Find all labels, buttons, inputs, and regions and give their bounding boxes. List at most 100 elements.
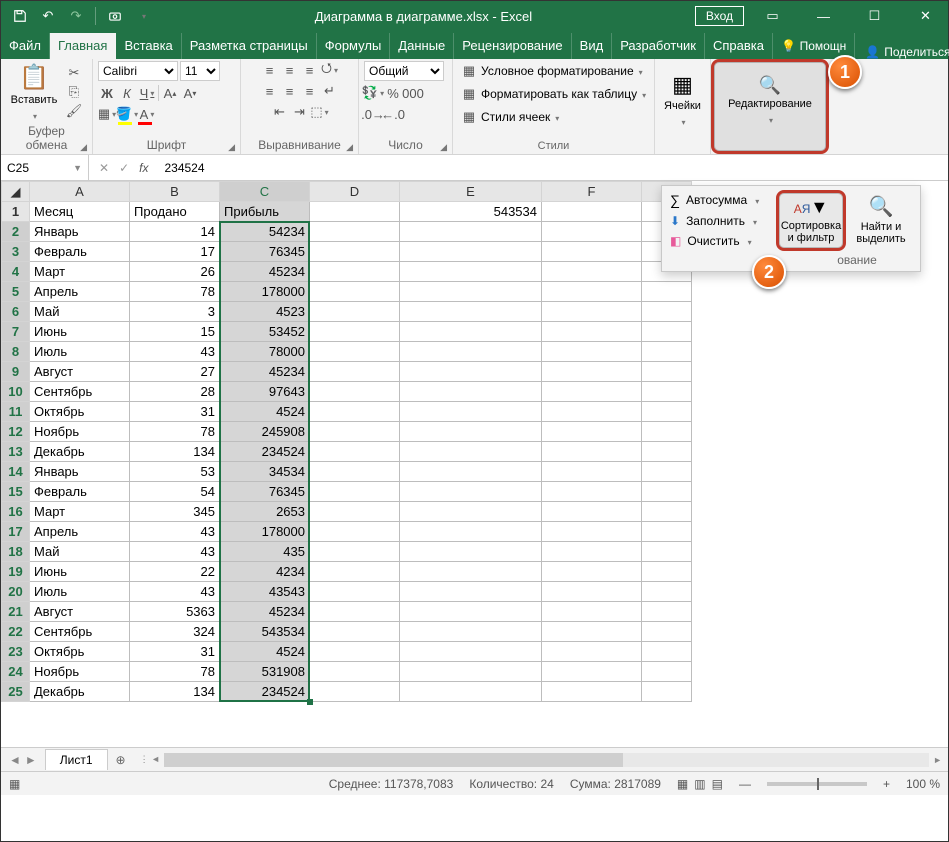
cell[interactable] (642, 642, 692, 662)
cell[interactable] (310, 462, 400, 482)
cell[interactable] (400, 322, 542, 342)
row-header[interactable]: 3 (2, 242, 30, 262)
cell[interactable] (400, 522, 542, 542)
sheet-nav-prev-icon[interactable]: ◄ (9, 753, 21, 767)
increase-decimal-icon[interactable]: .0→ (364, 105, 382, 123)
group-editing[interactable]: 🔍Редактирование (711, 59, 829, 154)
tab-view[interactable]: Вид (572, 33, 613, 59)
ribbon-options-icon[interactable]: ▭ (750, 8, 795, 24)
cell[interactable]: 15 (130, 322, 220, 342)
view-page-break-icon[interactable]: ▤ (712, 777, 723, 791)
cell[interactable] (542, 462, 642, 482)
cell[interactable] (400, 462, 542, 482)
font-size-select[interactable]: 11 (180, 61, 220, 81)
cell[interactable]: 97643 (220, 382, 310, 402)
cell[interactable]: Прибыль (220, 202, 310, 222)
cell[interactable]: 78 (130, 662, 220, 682)
cell[interactable] (310, 442, 400, 462)
find-select-button[interactable]: 🔍 Найти и выделить (846, 190, 916, 251)
cell[interactable]: 245908 (220, 422, 310, 442)
cell[interactable] (400, 542, 542, 562)
tab-formulas[interactable]: Формулы (317, 33, 391, 59)
sheet-tab-active[interactable]: Лист1 (45, 749, 108, 770)
tab-page-layout[interactable]: Разметка страницы (182, 33, 317, 59)
decrease-indent-icon[interactable]: ⇤ (271, 103, 289, 121)
cell[interactable] (642, 502, 692, 522)
border-icon[interactable]: ▦ (98, 105, 116, 123)
cell[interactable]: 3 (130, 302, 220, 322)
row-header[interactable]: 4 (2, 262, 30, 282)
cell[interactable]: Сентябрь (30, 622, 130, 642)
cell[interactable]: 78 (130, 422, 220, 442)
cell[interactable]: 531908 (220, 662, 310, 682)
cell[interactable]: 543534 (220, 622, 310, 642)
cell[interactable]: Продано (130, 202, 220, 222)
cell[interactable] (542, 622, 642, 642)
cell[interactable]: Февраль (30, 242, 130, 262)
row-header[interactable]: 25 (2, 682, 30, 702)
cell[interactable] (400, 242, 542, 262)
row-header[interactable]: 16 (2, 502, 30, 522)
cell[interactable] (310, 522, 400, 542)
font-color-icon[interactable]: A (138, 105, 156, 123)
cell[interactable] (310, 562, 400, 582)
cell[interactable] (642, 622, 692, 642)
cell[interactable]: Июнь (30, 562, 130, 582)
cell[interactable]: 28 (130, 382, 220, 402)
add-sheet-button[interactable]: ⊕ (108, 753, 134, 767)
cell[interactable]: 5363 (130, 602, 220, 622)
cell[interactable] (310, 642, 400, 662)
cell[interactable] (310, 542, 400, 562)
cell[interactable]: 43 (130, 542, 220, 562)
cell[interactable]: 345 (130, 502, 220, 522)
cell[interactable]: Сентябрь (30, 382, 130, 402)
cell[interactable]: 43543 (220, 582, 310, 602)
cell-styles-button[interactable]: ▦Стили ячеек (458, 107, 561, 127)
cell[interactable]: 31 (130, 402, 220, 422)
cell[interactable]: 324 (130, 622, 220, 642)
cell[interactable]: Февраль (30, 482, 130, 502)
select-all-cell[interactable]: ◢ (2, 182, 30, 202)
cell[interactable]: Июль (30, 342, 130, 362)
cell[interactable] (310, 382, 400, 402)
cell[interactable]: Декабрь (30, 682, 130, 702)
cell[interactable]: Январь (30, 222, 130, 242)
cell[interactable] (310, 362, 400, 382)
cell[interactable] (642, 422, 692, 442)
align-left-icon[interactable]: ≡ (261, 82, 279, 100)
cell[interactable] (542, 642, 642, 662)
cell[interactable]: 14 (130, 222, 220, 242)
share-button[interactable]: 👤Поделиться (855, 45, 949, 59)
tab-developer[interactable]: Разработчик (612, 33, 705, 59)
cell[interactable]: Май (30, 542, 130, 562)
row-header[interactable]: 23 (2, 642, 30, 662)
cell[interactable] (310, 402, 400, 422)
cell[interactable] (542, 402, 642, 422)
cells-button[interactable]: ▦Ячейки (660, 72, 705, 128)
cell[interactable] (542, 662, 642, 682)
underline-button[interactable]: Ч (138, 84, 156, 102)
row-header[interactable]: 22 (2, 622, 30, 642)
cell[interactable] (542, 582, 642, 602)
save-icon[interactable] (11, 7, 29, 25)
cell[interactable]: 17 (130, 242, 220, 262)
cell[interactable] (542, 222, 642, 242)
cell[interactable]: 53 (130, 462, 220, 482)
conditional-formatting-button[interactable]: ▦Условное форматирование (458, 61, 645, 81)
row-header[interactable]: 7 (2, 322, 30, 342)
cell[interactable]: 134 (130, 682, 220, 702)
cell[interactable]: Январь (30, 462, 130, 482)
login-button[interactable]: Вход (695, 6, 744, 26)
cell[interactable] (542, 522, 642, 542)
cell[interactable] (400, 402, 542, 422)
cell[interactable] (400, 622, 542, 642)
merge-icon[interactable]: ⬚ (311, 103, 329, 121)
cell[interactable]: 76345 (220, 482, 310, 502)
cut-icon[interactable]: ✂ (65, 64, 83, 82)
tab-file[interactable]: Файл (1, 33, 50, 59)
cell[interactable]: 78 (130, 282, 220, 302)
cell[interactable]: 4234 (220, 562, 310, 582)
tab-help[interactable]: Справка (705, 33, 773, 59)
cell[interactable] (542, 382, 642, 402)
cell[interactable]: Март (30, 262, 130, 282)
